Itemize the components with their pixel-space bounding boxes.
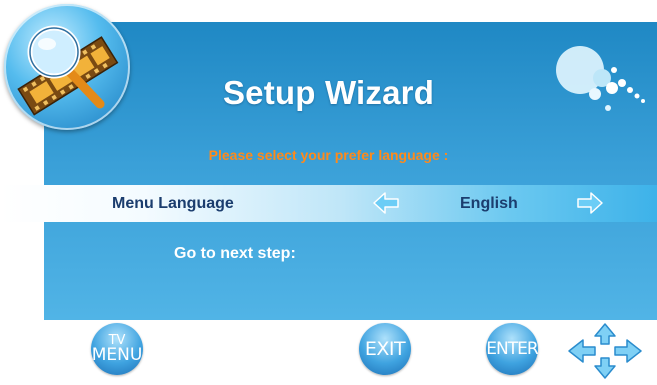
exit-button[interactable]: EXIT (359, 323, 411, 375)
tv-menu-bottom-label: MENU (91, 345, 143, 365)
page-title: Setup Wizard (222, 74, 435, 111)
arrow-left-icon[interactable] (372, 191, 400, 215)
enter-button[interactable]: ENTER (486, 323, 539, 375)
exit-button-label: EXIT (364, 338, 406, 360)
enter-button-label: ENTER (486, 339, 538, 359)
four-way-arrows-icon[interactable] (567, 322, 643, 380)
tv-menu-button[interactable]: TV MENU (91, 323, 143, 375)
menu-language-row[interactable]: Menu Language English (0, 185, 657, 222)
language-value[interactable]: English (460, 195, 518, 213)
language-prompt: Please select your prefer language : (208, 147, 449, 163)
arrow-right-icon[interactable] (576, 191, 604, 215)
menu-language-label: Menu Language (112, 195, 234, 212)
next-step-label[interactable]: Go to next step: (174, 245, 296, 263)
